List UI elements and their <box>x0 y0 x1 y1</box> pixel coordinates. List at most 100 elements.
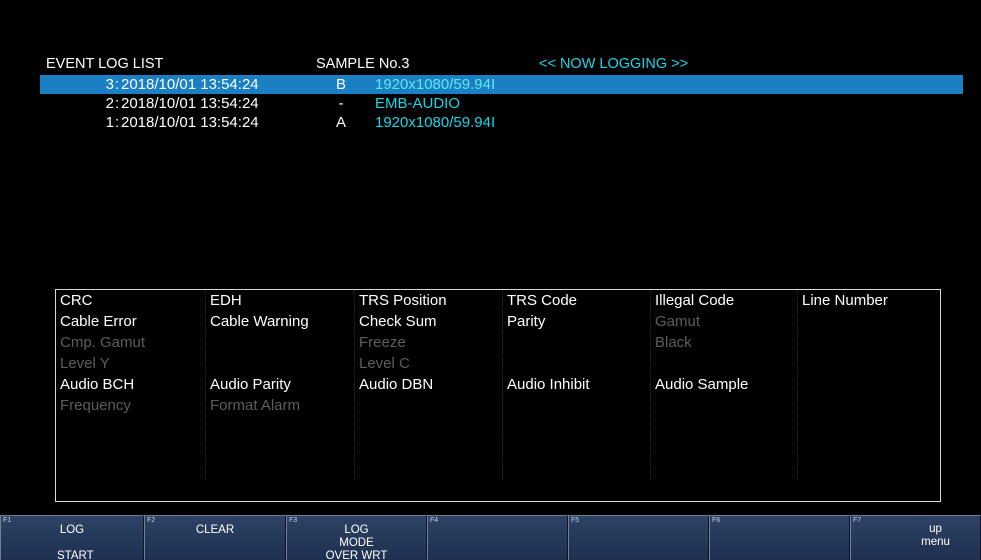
log-entry-timestamp: 2018/10/01 13:54:24 <box>121 76 259 93</box>
function-key-label: up menu <box>921 523 950 548</box>
error-type-cell <box>502 353 650 374</box>
error-type-cell: Cable Warning <box>205 311 354 332</box>
error-type-cell: Frequency <box>60 397 131 414</box>
error-type-cell <box>205 416 354 437</box>
error-type-cell <box>797 311 940 332</box>
error-type-cell: Cable Error <box>60 313 137 330</box>
function-key-label: CLEAR <box>195 524 235 536</box>
error-type-cell <box>56 416 205 437</box>
error-type-cell <box>650 437 797 458</box>
function-key-number: F5 <box>571 517 580 524</box>
error-table-row <box>56 416 940 437</box>
error-type-cell: Level C <box>354 353 502 374</box>
function-key-f4[interactable]: F4 <box>427 515 568 560</box>
error-table-row: Frequency Format Alarm <box>56 395 940 416</box>
error-type-cell <box>502 458 650 479</box>
error-table-row: Audio BCH Audio Parity Audio DBN Audio Inhi… <box>56 374 940 395</box>
error-type-cell <box>502 395 650 416</box>
log-entry-number: 3 <box>105 76 114 93</box>
log-entry-separator: : <box>115 114 120 131</box>
error-type-cell: Black <box>650 332 797 353</box>
error-type-cell <box>797 353 940 374</box>
error-table-row <box>56 458 940 479</box>
error-type-cell: Format Alarm <box>205 395 354 416</box>
error-type-cell: Parity <box>502 311 650 332</box>
error-type-cell <box>797 437 940 458</box>
error-type-cell: Check Sum <box>354 311 502 332</box>
error-type-cell: Freeze <box>354 332 502 353</box>
error-type-cell: Cmp. Gamut <box>60 334 146 351</box>
error-type-cell <box>205 353 354 374</box>
error-type-cell: CRC <box>60 292 93 309</box>
log-entry-timestamp: 2018/10/01 13:54:24 <box>121 95 259 112</box>
error-type-cell: Line Number <box>797 290 940 311</box>
function-key-bar: F1 LOG START F2 CLEAR F3 LOG MODE OVER WRT F4 F5 F… <box>0 515 981 560</box>
error-type-cell: Audio BCH <box>60 376 135 393</box>
error-type-cell: Gamut <box>650 311 797 332</box>
log-entry-number: 1 <box>105 114 114 131</box>
log-entry-detail: 1920x1080/59.94I <box>375 114 496 131</box>
error-type-cell <box>797 416 940 437</box>
error-type-cell <box>56 437 205 458</box>
error-type-cell <box>502 416 650 437</box>
log-entry-channel: A <box>335 114 346 131</box>
error-type-table: CRC EDH TRS Position TRS Code Illegal Code Li… <box>55 289 941 502</box>
log-entry-timestamp: 2018/10/01 13:54:24 <box>121 114 259 131</box>
error-type-cell: TRS Position <box>354 290 502 311</box>
error-table-row: Cable Error Cable Warning Check Sum Parity G… <box>56 311 940 332</box>
error-type-cell <box>797 332 940 353</box>
error-type-cell <box>797 458 940 479</box>
function-key-sublabel: OVER WRT <box>325 550 388 560</box>
log-entry-row[interactable]: 3:2018/10/01 13:54:24 B 1920x1080/59.94I <box>40 75 963 94</box>
log-entry-row[interactable]: 2:2018/10/01 13:54:24 - EMB-AUDIO <box>40 94 963 113</box>
error-type-cell <box>650 395 797 416</box>
error-type-cell <box>205 458 354 479</box>
error-type-cell: EDH <box>205 290 354 311</box>
function-key-f7[interactable]: F7 up menu <box>850 515 981 560</box>
error-type-cell <box>502 437 650 458</box>
log-entry-detail: 1920x1080/59.94I <box>375 76 496 93</box>
function-key-f6[interactable]: F6 <box>709 515 850 560</box>
error-type-cell <box>650 458 797 479</box>
error-type-cell <box>650 353 797 374</box>
error-type-cell: Audio Inhibit <box>502 374 650 395</box>
error-table-row: Cmp. Gamut Freeze Black <box>56 332 940 353</box>
error-type-cell <box>56 458 205 479</box>
error-type-cell: TRS Code <box>502 290 650 311</box>
sample-number: SAMPLE No.3 <box>316 56 410 72</box>
log-entry-detail: EMB-AUDIO <box>375 95 461 112</box>
error-type-cell: Audio Sample <box>650 374 797 395</box>
function-key-f3[interactable]: F3 LOG MODE OVER WRT <box>286 515 427 560</box>
error-table-row: CRC EDH TRS Position TRS Code Illegal Code Li… <box>56 290 940 311</box>
error-type-cell: Audio DBN <box>354 374 502 395</box>
function-key-number: F6 <box>712 517 721 524</box>
log-entry-channel: B <box>335 76 346 93</box>
error-table-row <box>56 437 940 458</box>
error-type-cell <box>502 332 650 353</box>
logging-status: << NOW LOGGING >> <box>539 56 689 72</box>
error-type-cell: Illegal Code <box>650 290 797 311</box>
error-type-cell <box>797 395 940 416</box>
log-entry-separator: : <box>115 95 120 112</box>
function-key-label: LOG MODE <box>339 524 374 549</box>
error-type-cell <box>205 332 354 353</box>
page-title: EVENT LOG LIST <box>46 56 164 72</box>
log-entry-number: 2 <box>105 95 114 112</box>
function-key-number: F4 <box>430 517 439 524</box>
error-type-cell <box>205 437 354 458</box>
function-key-f5[interactable]: F5 <box>568 515 709 560</box>
log-entry-channel: - <box>338 95 344 112</box>
error-type-cell <box>354 458 502 479</box>
error-type-cell <box>650 416 797 437</box>
function-key-f1[interactable]: F1 LOG START <box>0 515 144 560</box>
function-key-sublabel: START <box>57 550 94 560</box>
error-type-cell: Level Y <box>60 355 110 372</box>
function-key-f2[interactable]: F2 CLEAR <box>144 515 286 560</box>
error-type-cell: Audio Parity <box>205 374 354 395</box>
error-table-row: Level Y Level C <box>56 353 940 374</box>
error-type-cell <box>797 374 940 395</box>
error-type-cell <box>354 395 502 416</box>
log-entry-row[interactable]: 1:2018/10/01 13:54:24 A 1920x1080/59.94I <box>40 113 963 132</box>
log-entry-separator: : <box>115 76 120 93</box>
event-log-screen: EVENT LOG LIST SAMPLE No.3 << NOW LOGGIN… <box>0 0 981 560</box>
